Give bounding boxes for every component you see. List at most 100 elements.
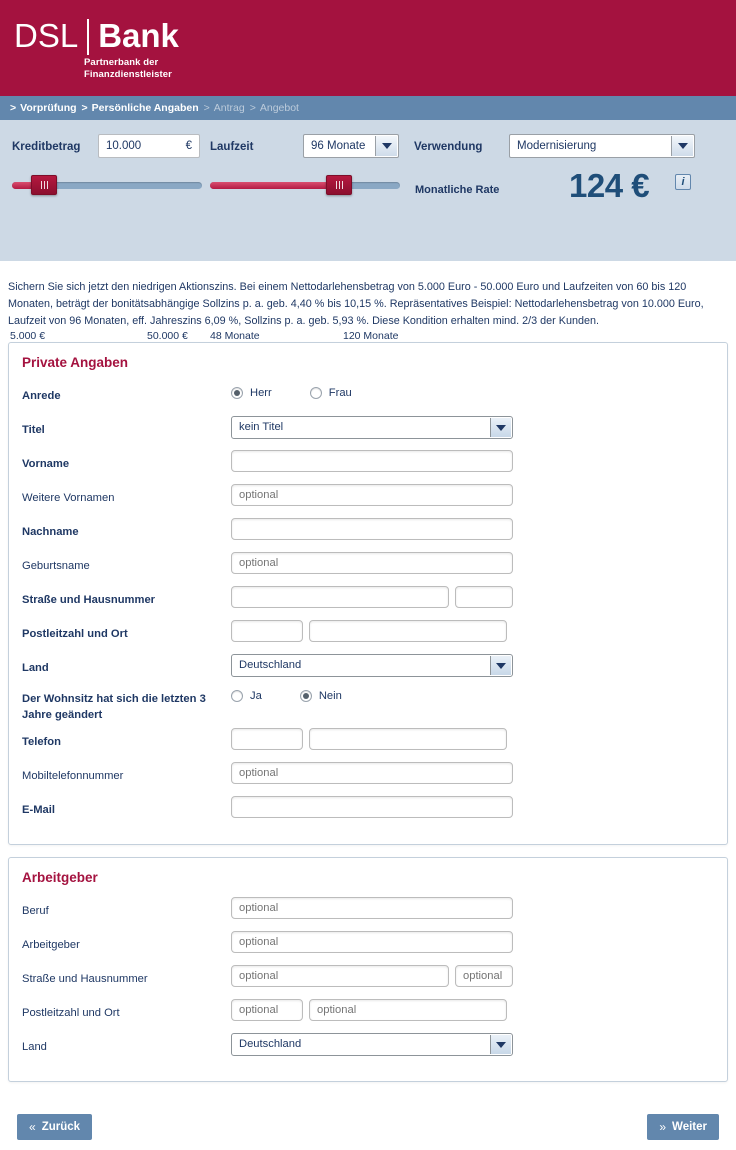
arbeitgeber-strasse-label: Straße und Hausnummer bbox=[22, 973, 148, 985]
info-icon[interactable]: i bbox=[675, 174, 691, 190]
laufzeit-value: 96 Monate bbox=[311, 140, 366, 152]
wohnsitz-option-ja-label: Ja bbox=[250, 690, 262, 702]
radio-selected-icon[interactable] bbox=[231, 387, 243, 399]
slider-thumb[interactable] bbox=[326, 175, 352, 195]
radio-unselected-icon[interactable] bbox=[231, 690, 243, 702]
private-angaben-title: Private Angaben bbox=[22, 355, 129, 370]
brand-logo[interactable]: DSL Bank Partnerbank der Finanzdienstlei… bbox=[14, 18, 179, 81]
telefon-vorwahl-input[interactable] bbox=[231, 728, 303, 750]
titel-value: kein Titel bbox=[239, 421, 284, 433]
arbeitgeber-input[interactable] bbox=[231, 931, 513, 953]
verwendung-select[interactable]: Modernisierung bbox=[509, 134, 695, 158]
next-button[interactable]: » Weiter bbox=[647, 1114, 719, 1140]
verwendung-label: Verwendung bbox=[414, 141, 483, 153]
logo-tagline-line2: Finanzdienstleister bbox=[84, 69, 172, 80]
laufzeit-slider-min: 48 Monate bbox=[210, 330, 260, 342]
kreditbetrag-slider[interactable] bbox=[12, 175, 202, 195]
logo-tagline-line1: Partnerbank der bbox=[84, 57, 159, 68]
geburtsname-label: Geburtsname bbox=[22, 560, 90, 572]
weitere-vornamen-input[interactable] bbox=[231, 484, 513, 506]
arbeitgeber-strasse-input[interactable] bbox=[231, 965, 449, 987]
hausnummer-input[interactable] bbox=[455, 586, 513, 608]
radio-selected-icon[interactable] bbox=[299, 690, 312, 702]
ort-input[interactable] bbox=[309, 620, 507, 642]
slider-thumb[interactable] bbox=[31, 175, 57, 195]
form-navigation: « Zurück » Weiter bbox=[8, 1102, 728, 1150]
verwendung-value: Modernisierung bbox=[517, 140, 597, 152]
logo-wordmark: DSL Bank bbox=[14, 18, 179, 55]
land-select[interactable]: Deutschland bbox=[231, 654, 513, 677]
beruf-label: Beruf bbox=[22, 905, 49, 917]
beruf-input[interactable] bbox=[231, 897, 513, 919]
wohnsitz-radio-group: Ja Nein bbox=[231, 688, 380, 702]
arbeitgeber-land-value: Deutschland bbox=[239, 1038, 302, 1050]
geburtsname-input[interactable] bbox=[231, 552, 513, 574]
plz-input[interactable] bbox=[231, 620, 303, 642]
field-row-titel: Titel kein Titel bbox=[19, 416, 717, 450]
site-header: DSL Bank Partnerbank der Finanzdienstlei… bbox=[0, 0, 736, 96]
arbeitgeber-land-select[interactable]: Deutschland bbox=[231, 1033, 513, 1056]
telefon-nummer-input[interactable] bbox=[309, 728, 507, 750]
chevron-down-icon[interactable] bbox=[671, 136, 693, 156]
back-button[interactable]: « Zurück bbox=[17, 1114, 93, 1140]
breadcrumb-item-antrag[interactable]: Antrag bbox=[214, 102, 245, 114]
field-row-geburtsname: Geburtsname bbox=[19, 552, 717, 586]
anrede-option-herr[interactable]: Herr bbox=[231, 387, 272, 399]
field-row-arbeitgeber-plz-ort: Postleitzahl und Ort bbox=[19, 999, 717, 1033]
breadcrumb-item-vorpruefung[interactable]: Vorprüfung bbox=[20, 102, 76, 114]
field-row-vorname: Vorname bbox=[19, 450, 717, 484]
titel-label: Titel bbox=[22, 424, 45, 436]
disclaimer-text: Sichern Sie sich jetzt den niedrigen Akt… bbox=[8, 281, 704, 327]
field-row-weitere-vornamen: Weitere Vornamen bbox=[19, 484, 717, 518]
plz-ort-label: Postleitzahl und Ort bbox=[22, 628, 128, 640]
field-row-land: Land Deutschland bbox=[19, 654, 717, 688]
anrede-option-frau[interactable]: Frau bbox=[309, 387, 352, 399]
arbeitgeber-card: Arbeitgeber Beruf Arbeitgeber Straße und… bbox=[8, 857, 728, 1082]
arbeitgeber-ort-input[interactable] bbox=[309, 999, 507, 1021]
email-label: E-Mail bbox=[22, 804, 55, 816]
laufzeit-slider-max: 120 Monate bbox=[343, 330, 399, 342]
arbeitgeber-hausnummer-input[interactable] bbox=[455, 965, 513, 987]
kreditbetrag-label: Kreditbetrag bbox=[12, 141, 81, 153]
telefon-label: Telefon bbox=[22, 736, 61, 748]
chevron-down-icon[interactable] bbox=[490, 1035, 511, 1054]
wohnsitz-geaendert-label: Der Wohnsitz hat sich die letzten 3 Jahr… bbox=[22, 693, 206, 721]
private-angaben-card: Private Angaben Anrede Herr Frau Titel k… bbox=[8, 342, 728, 845]
titel-select[interactable]: kein Titel bbox=[231, 416, 513, 439]
breadcrumb-item-persoenliche-angaben[interactable]: Persönliche Angaben bbox=[92, 102, 199, 114]
wohnsitz-option-ja[interactable]: Ja bbox=[231, 690, 262, 702]
anrede-option-herr-label: Herr bbox=[250, 387, 272, 399]
back-button-label: Zurück bbox=[41, 1121, 81, 1133]
field-row-email: E-Mail bbox=[19, 796, 717, 830]
kreditbetrag-input[interactable]: 10.000 € bbox=[98, 134, 200, 158]
mobiltelefonnummer-input[interactable] bbox=[231, 762, 513, 784]
laufzeit-select[interactable]: 96 Monate bbox=[303, 134, 399, 158]
chevron-down-icon[interactable] bbox=[490, 418, 511, 437]
chevron-down-icon[interactable] bbox=[375, 136, 397, 156]
field-row-strasse: Straße und Hausnummer bbox=[19, 586, 717, 620]
breadcrumb-item-angebot[interactable]: Angebot bbox=[260, 102, 299, 114]
breadcrumb-separator-1: > bbox=[81, 102, 88, 114]
laufzeit-slider[interactable] bbox=[210, 175, 400, 195]
arbeitgeber-title: Arbeitgeber bbox=[22, 870, 98, 885]
logo-text-dsl: DSL bbox=[14, 17, 79, 54]
logo-tagline: Partnerbank der Finanzdienstleister bbox=[84, 57, 179, 81]
mobiltelefonnummer-label: Mobiltelefonnummer bbox=[22, 770, 124, 782]
land-label: Land bbox=[22, 662, 49, 674]
field-row-arbeitgeber-land: Land Deutschland bbox=[19, 1033, 717, 1067]
monatliche-rate-label: Monatliche Rate bbox=[415, 184, 500, 196]
arbeitgeber-plz-input[interactable] bbox=[231, 999, 303, 1021]
next-button-label: Weiter bbox=[672, 1121, 707, 1133]
field-row-wohnsitz-geaendert: Der Wohnsitz hat sich die letzten 3 Jahr… bbox=[19, 688, 717, 728]
field-row-beruf: Beruf bbox=[19, 897, 717, 931]
vorname-label: Vorname bbox=[22, 458, 70, 470]
radio-unselected-icon[interactable] bbox=[309, 387, 322, 399]
vorname-input[interactable] bbox=[231, 450, 513, 472]
email-input[interactable] bbox=[231, 796, 513, 818]
loan-calculator-panel: Kreditbetrag 10.000 € Laufzeit 96 Monate… bbox=[0, 120, 736, 342]
nachname-input[interactable] bbox=[231, 518, 513, 540]
chevron-down-icon[interactable] bbox=[490, 656, 511, 675]
strasse-input[interactable] bbox=[231, 586, 449, 608]
land-value: Deutschland bbox=[239, 659, 302, 671]
wohnsitz-option-nein[interactable]: Nein bbox=[299, 690, 342, 702]
